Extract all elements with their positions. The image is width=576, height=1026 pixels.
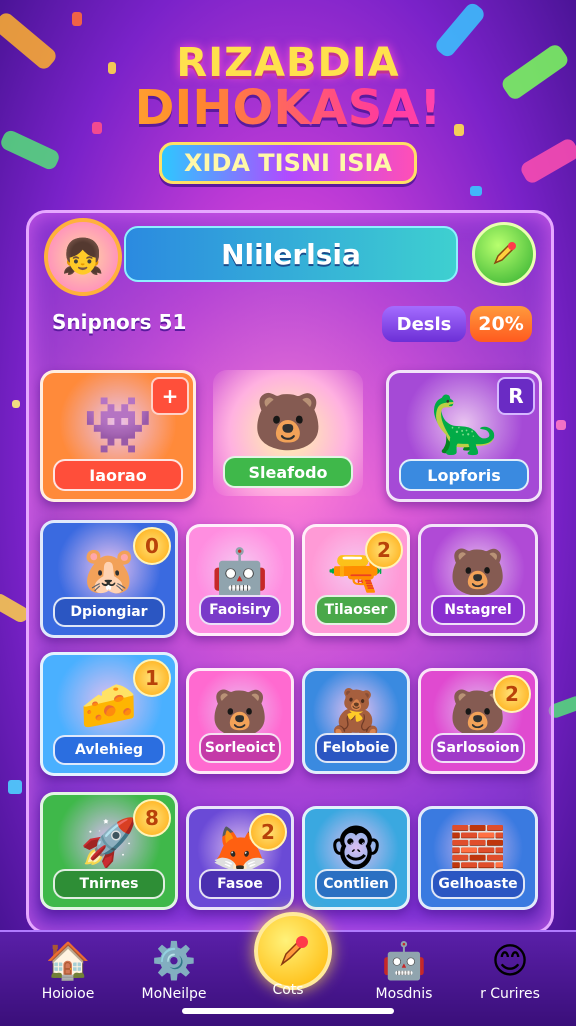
bear-cub-icon: 🐻 [211, 686, 269, 740]
card-badge: + [151, 377, 189, 415]
rocket-icon: 🚀 [80, 815, 138, 870]
confetti [8, 780, 22, 794]
bear-duo-icon: 🐻 [449, 544, 507, 599]
game-logo: RIZABDIA DIHOKASA! XIDA TISNI ISIA [0, 40, 576, 184]
game-card-label: Dpiongiar [53, 597, 165, 627]
game-card-label: Tilaoser [315, 595, 397, 625]
nav-item-robots[interactable]: 🤖 Mosdnis [354, 940, 454, 1002]
home-indicator[interactable] [182, 1008, 394, 1014]
game-card-label: Iaorao [53, 459, 183, 491]
home-icon: 🏠 [45, 941, 91, 982]
confetti [556, 420, 566, 430]
nav-item-label: r Curires [480, 986, 540, 1002]
confetti [72, 12, 82, 26]
game-card[interactable]: 🐻 Sarlosoion 2 [418, 668, 538, 774]
orange-creature-icon: 🐹 [80, 543, 138, 598]
game-card-label: Gelhoaste [431, 869, 525, 899]
play-brush-icon [280, 936, 308, 967]
center-play-label: Cots [272, 982, 304, 998]
game-card-label: Tnirnes [53, 869, 165, 899]
game-card[interactable]: 🦊 Fasoe 2 [186, 806, 294, 910]
card-badge: 2 [249, 813, 287, 851]
center-play-button[interactable] [254, 912, 332, 990]
green-monster-icon: 👾 [83, 392, 153, 458]
game-card-label: Nstagrel [431, 595, 525, 625]
nav-item-label: Hoioioe [41, 986, 95, 1002]
nav-item-label: Mosdnis [375, 986, 433, 1002]
game-card[interactable]: 🚀 Tnirnes 8 [40, 792, 178, 910]
nav-item-characters[interactable]: 😊 r Curires [460, 940, 560, 1002]
game-card-label: Sorleoict [199, 733, 281, 763]
player-name-bar[interactable]: Nlilerlsia [124, 226, 458, 282]
game-card[interactable]: 🤖 Faoisiry [186, 524, 294, 636]
edit-profile-button[interactable] [472, 222, 536, 286]
game-card-label: Sleafodo [223, 456, 353, 488]
card-badge: 2 [365, 531, 403, 569]
game-card[interactable]: 🔫 Tilaoser 2 [302, 524, 410, 636]
nav-item-home[interactable]: 🏠 Hoioioe [18, 940, 118, 1002]
gear-icon: ⚙️ [151, 941, 197, 982]
game-card-label: Sarlosoion [431, 733, 525, 763]
logo-title-line2: DIHOKASA! [0, 80, 576, 136]
pink-bear-icon: 🐻 [253, 389, 323, 455]
game-card-label: Feloboie [315, 733, 397, 763]
game-card[interactable]: 🧱 Gelhoaste [418, 806, 538, 910]
player-avatar[interactable]: 👧 [44, 218, 122, 296]
game-card[interactable]: 🐻 Nstagrel [418, 524, 538, 636]
game-card-label: Faoisiry [199, 595, 281, 625]
girl-avatar-icon: 👧 [61, 237, 105, 277]
player-name: Nlilerlsia [221, 237, 361, 271]
robot-icon: 🤖 [381, 941, 427, 982]
game-card-label: Lopforis [399, 459, 529, 491]
game-card[interactable]: 🐹 Dpiongiar 0 [40, 520, 178, 638]
game-card[interactable]: 🧸 Feloboie [302, 668, 410, 774]
nav-item-settings[interactable]: ⚙️ MoNeilpe [124, 940, 224, 1002]
game-card[interactable]: 🦕 Lopforis R [386, 370, 542, 502]
confetti [470, 186, 482, 196]
logo-subtitle: XIDA TISNI ISIA [159, 142, 417, 184]
rainbow-blocks-icon: 🧱 [449, 823, 507, 878]
game-card[interactable]: 🐵 Contlien [302, 806, 410, 910]
game-card[interactable]: 🐻 Sorleoict [186, 668, 294, 774]
game-card-label: Avlehieg [53, 735, 165, 765]
card-badge: R [497, 377, 535, 415]
game-card-label: Contlien [315, 869, 397, 899]
game-card[interactable]: 🧀 Avlehieg 1 [40, 652, 178, 776]
card-badge: 8 [133, 799, 171, 837]
blue-dino-icon: 🦕 [429, 392, 499, 458]
card-badge: 1 [133, 659, 171, 697]
teddy-bear-icon: 🧸 [327, 686, 385, 740]
card-badge: 2 [493, 675, 531, 713]
percent-badge: 20% [470, 306, 532, 342]
cheese-hammer-icon: 🧀 [80, 677, 138, 732]
purple-robot-icon: 🤖 [211, 544, 269, 599]
stats-label: Snipnors 51 [52, 310, 187, 334]
game-card[interactable]: 🐻 Sleafodo [213, 370, 363, 496]
pencil-icon [493, 242, 516, 265]
game-card[interactable]: 👾 Iaorao + [40, 370, 196, 502]
nav-item-label: MoNeilpe [141, 986, 207, 1002]
smiley-icon: 😊 [491, 941, 529, 982]
game-card-label: Fasoe [199, 869, 281, 899]
card-badge: 0 [133, 527, 171, 565]
confetti [12, 400, 20, 408]
monkey-icon: 🐵 [329, 823, 383, 878]
deals-button[interactable]: Desls [382, 306, 466, 342]
